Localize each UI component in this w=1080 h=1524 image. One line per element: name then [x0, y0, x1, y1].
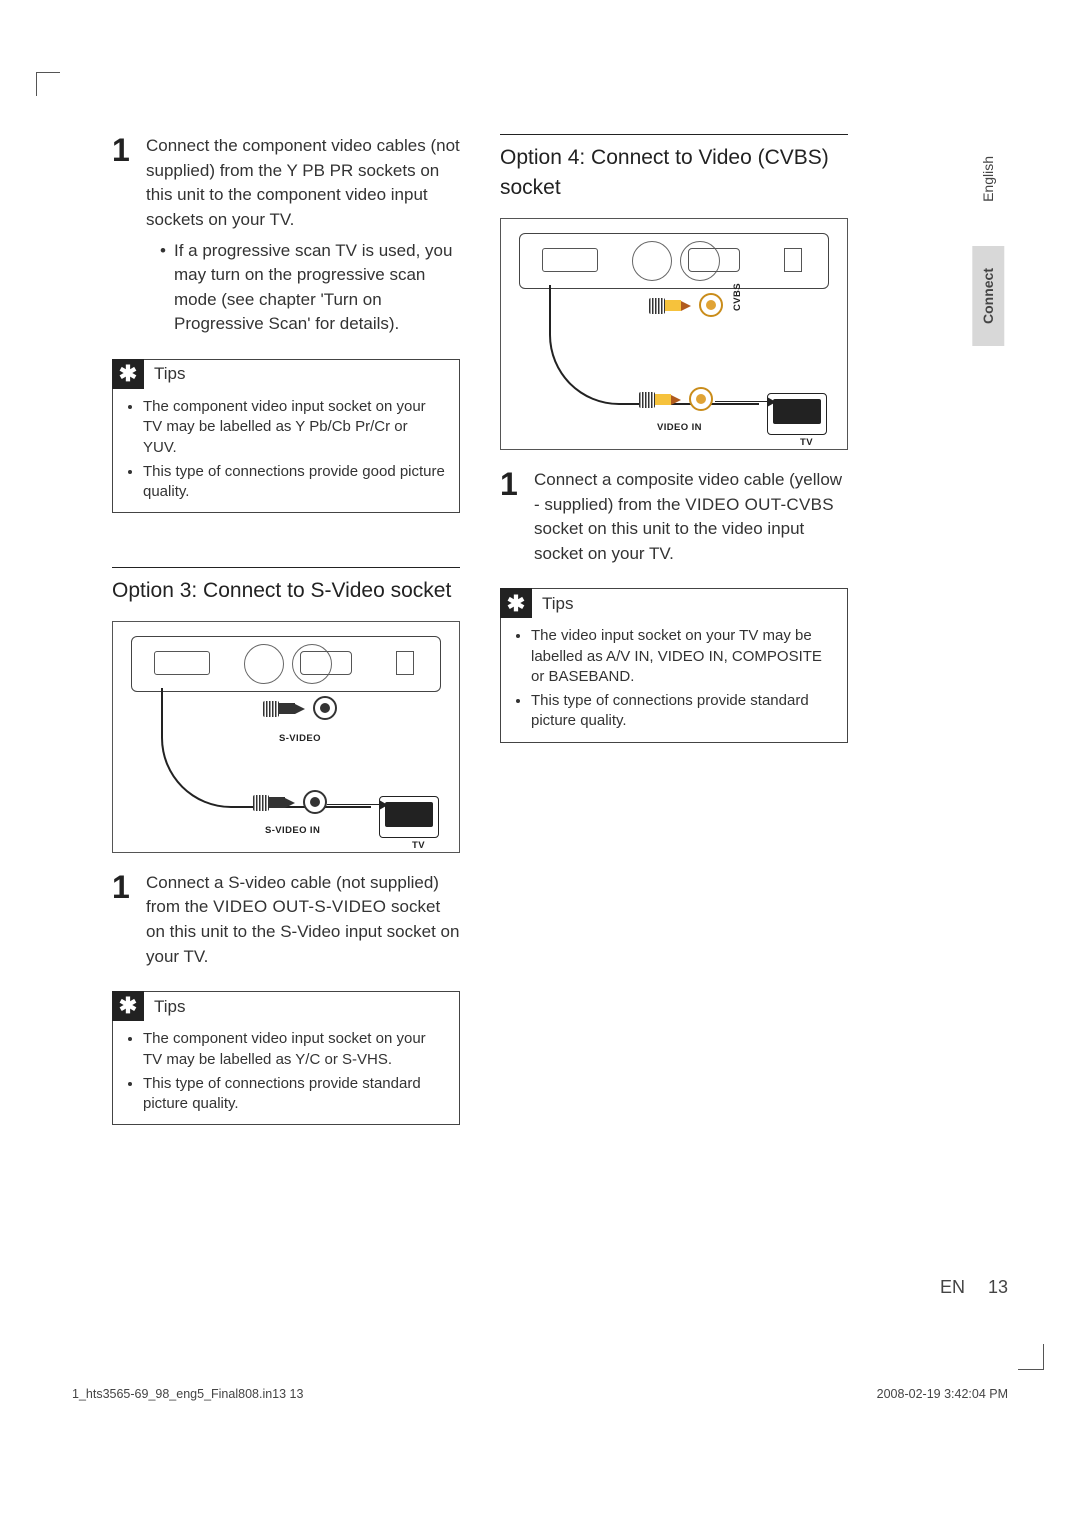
label-tv: TV	[800, 436, 813, 450]
asterisk-icon: ✱	[112, 991, 144, 1021]
svideo-diagram: S-VIDEO S-VIDEO IN TV	[112, 621, 460, 853]
svideo-step: 1 Connect a S-video cable (not supplied)…	[112, 871, 460, 970]
tips-list: The component video input socket on your…	[113, 389, 459, 512]
crop-mark-top-left	[36, 72, 60, 96]
tips-item: This type of connections provide good pi…	[143, 462, 445, 503]
step-number: 1	[112, 871, 132, 970]
side-tabs: English Connect	[972, 134, 1018, 368]
label-video-in: VIDEO IN	[657, 421, 702, 435]
tab-language: English	[972, 134, 1004, 224]
print-metadata: 1_hts3565-69_98_eng5_Final808.in13 13 20…	[72, 1384, 1008, 1403]
page-footer: EN 13	[940, 1274, 1008, 1300]
asterisk-icon: ✱	[500, 588, 532, 618]
tips-item: This type of connections provide standar…	[143, 1074, 445, 1115]
tips-list: The video input socket on your TV may be…	[501, 618, 847, 741]
step-sub-bullet: If a progressive scan TV is used, you ma…	[160, 239, 460, 338]
step-number: 1	[112, 134, 132, 337]
tips-item: The component video input socket on your…	[143, 397, 445, 458]
option4-title: Option 4: Connect to Video (CVBS) socket	[500, 143, 848, 204]
component-step: 1 Connect the component video cables (no…	[112, 134, 460, 337]
tips-list: The component video input socket on your…	[113, 1021, 459, 1124]
tips-item: The component video input socket on your…	[143, 1029, 445, 1070]
asterisk-icon: ✱	[112, 359, 144, 389]
divider	[112, 567, 460, 568]
print-file: 1_hts3565-69_98_eng5_Final808.in13 13	[72, 1385, 303, 1403]
print-timestamp: 2008-02-19 3:42:04 PM	[877, 1385, 1008, 1403]
crop-mark-bottom-right	[1018, 1344, 1044, 1370]
tips-box-cvbs: ✱ Tips The video input socket on your TV…	[500, 588, 848, 742]
step-text-strong: VIDEO OUT-S-VIDEO	[213, 897, 386, 916]
option3-title: Option 3: Connect to S-Video socket	[112, 576, 460, 606]
step-text-post: socket on this unit to the video input s…	[534, 519, 804, 563]
footer-lang: EN	[940, 1277, 965, 1297]
footer-page: 13	[988, 1277, 1008, 1297]
cvbs-diagram: CVBS VIDEO IN TV	[500, 218, 848, 450]
tips-box-svideo: ✱ Tips The component video input socket …	[112, 991, 460, 1125]
label-tv: TV	[412, 839, 425, 853]
tips-box-component: ✱ Tips The component video input socket …	[112, 359, 460, 513]
step-text: Connect the component video cables (not …	[146, 136, 460, 229]
tab-chapter: Connect	[972, 246, 1004, 346]
tips-item: This type of connections provide standar…	[531, 691, 833, 732]
tips-item: The video input socket on your TV may be…	[531, 626, 833, 687]
divider	[500, 134, 848, 135]
left-column: 1 Connect the component video cables (no…	[112, 134, 460, 1125]
tips-title: Tips	[144, 995, 186, 1020]
step-number: 1	[500, 468, 520, 567]
label-svideo-in: S-VIDEO IN	[265, 824, 320, 838]
tips-title: Tips	[532, 592, 574, 617]
step-text-strong: VIDEO OUT-CVBS	[685, 495, 834, 514]
step-body: Connect a S-video cable (not supplied) f…	[146, 871, 460, 970]
step-body: Connect the component video cables (not …	[146, 134, 460, 337]
cvbs-step: 1 Connect a composite video cable (yello…	[500, 468, 848, 567]
tips-title: Tips	[144, 362, 186, 387]
step-body: Connect a composite video cable (yellow …	[534, 468, 848, 567]
right-column: Option 4: Connect to Video (CVBS) socket…	[500, 134, 848, 1125]
